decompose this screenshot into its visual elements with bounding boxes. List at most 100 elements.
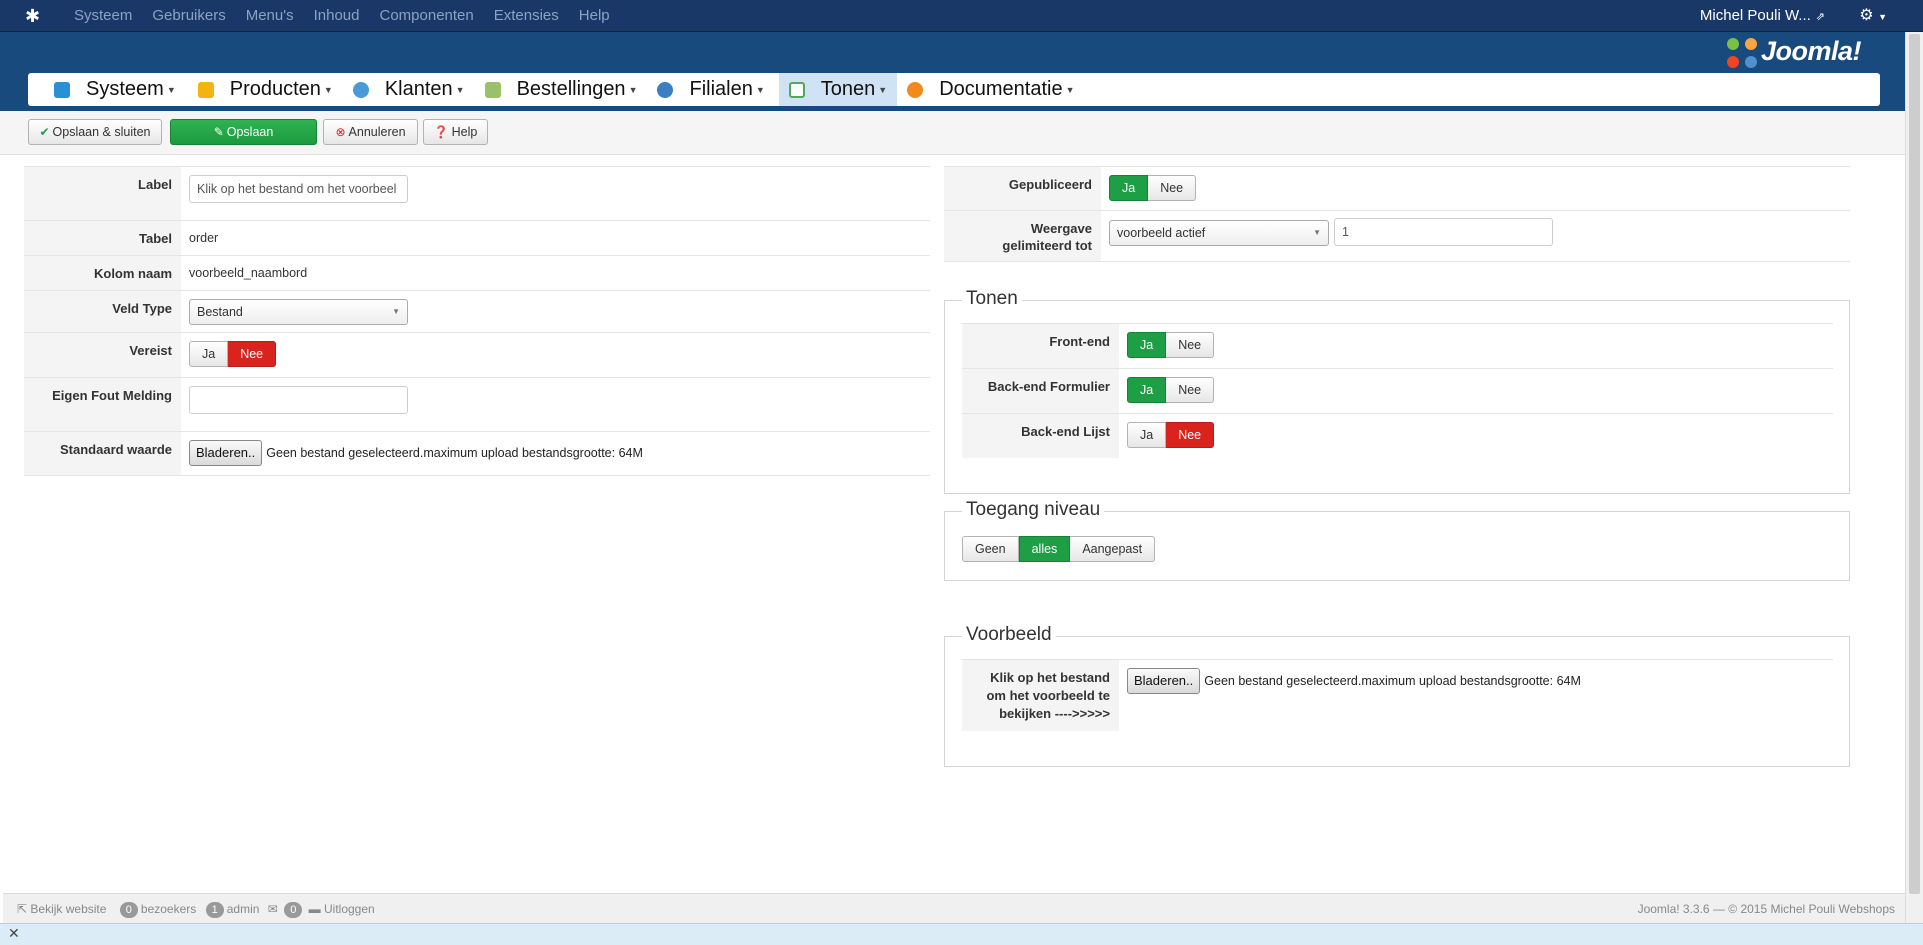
gear-icon[interactable]: ⚙ ▼ [1859,0,1887,33]
caret-down-icon: ▼ [323,84,333,95]
veldtype-select[interactable]: Bestand ▼ [189,299,408,325]
browser-bottom-bar: ✕ [0,923,1923,945]
toegang-legend: Toegang niveau [962,499,1105,521]
system-menu: Systeem Gebruikers Menu's Inhoud Compone… [64,0,620,32]
orders-icon [484,81,501,98]
toegang-buttons: Geen alles Aangepast [962,536,1156,562]
chevron-down-icon: ▼ [1313,228,1321,237]
caret-down-icon: ▼ [878,84,888,95]
vereist-yes-button[interactable]: Ja [189,341,229,367]
component-nav: Systeem ▼ Producten ▼ Klanten ▼ Bestellinge… [28,73,1880,106]
external-link-icon: ⇗ [1815,11,1825,23]
menu-gebruikers[interactable]: Gebruikers [142,0,235,32]
view-site-link[interactable]: Bekijk website [30,902,106,916]
cancel-label: Annuleren [348,125,406,139]
max-upload-text: maximum upload bestandsgrootte: 64M [423,446,643,460]
cancel-button[interactable]: ⊗ Annuleren [323,119,418,145]
menu-inhoud[interactable]: Inhoud [304,0,370,32]
label-input[interactable]: Klik op het bestand om het voorbeel [189,175,408,203]
backend-list-label: Back-end Lijst [962,414,1119,458]
toolbar: ✔ Opslaan & sluiten ✎ Opslaan ⊗ Annuleren ❓… [0,111,1905,155]
vereist-no-button[interactable]: Nee [228,341,277,367]
external-link-icon: ⇱ [17,902,28,916]
nav-producten[interactable]: Producten ▼ [194,73,343,106]
nav-label: Klanten [384,78,453,100]
backend-form-label: Back-end Formulier [962,369,1119,413]
version-text: Joomla! 3.3.6 [1637,902,1710,916]
veldtype-selected: Bestand [197,305,243,319]
edit-icon: ✎ [213,125,224,139]
help-button[interactable]: ❓ Help [423,119,488,145]
frontend-yes-button[interactable]: Ja [1127,332,1167,358]
joomla-mark-icon [1726,37,1757,68]
save-button[interactable]: ✎ Opslaan [170,119,317,145]
toegang-alles-button[interactable]: alles [1018,536,1071,562]
backend-list-no-button[interactable]: Nee [1166,422,1215,448]
voorbeeld-label-line1: Klik op het bestand [990,670,1110,685]
fout-label: Eigen Fout Melding [24,378,181,431]
docs-icon [907,81,924,98]
backend-list-toggle: Ja Nee [1127,422,1215,448]
gepubliceerd-no-button[interactable]: Nee [1148,175,1197,201]
user-menu[interactable]: Michel Pouli W... ⇗ [1700,0,1825,33]
voorbeeld-label-line2: om het voorbeeld te [986,688,1110,703]
row-fout: Eigen Fout Melding [24,377,930,431]
logout-link[interactable]: Uitloggen [324,902,375,916]
browse-button[interactable]: Bladeren.. [189,440,263,466]
caret-down-icon: ▼ [628,84,638,95]
menu-menus[interactable]: Menu's [236,0,304,32]
store-icon [657,81,674,98]
admin-text: admin [226,902,260,916]
visitors-badge: 0 [119,902,138,918]
weergave-select[interactable]: voorbeeld actief ▼ [1109,220,1329,246]
nav-systeem[interactable]: Systeem ▼ [50,73,186,106]
menu-help[interactable]: Help [569,0,620,32]
menu-componenten[interactable]: Componenten [370,0,484,32]
window-icon [788,81,805,98]
weergave-label-line1: Weergave [1030,221,1092,236]
visitors-text: bezoekers [140,902,197,916]
nav-documentatie[interactable]: Documentatie ▼ [903,73,1084,106]
nav-klanten[interactable]: Klanten ▼ [349,73,475,106]
gepubliceerd-yes-button[interactable]: Ja [1109,175,1149,201]
nav-tonen[interactable]: Tonen ▼ [778,73,898,106]
weergave-label: Weergave gelimiteerd tot [944,211,1101,261]
nav-bestellingen[interactable]: Bestellingen ▼ [481,73,648,106]
scrollbar-thumb[interactable] [1909,34,1920,894]
tools-icon [54,81,70,98]
weergave-input[interactable]: 1 [1334,218,1553,246]
kolom-label: Kolom naam [24,256,181,290]
gepubliceerd-toggle: Ja Nee [1109,175,1197,201]
row-veldtype: Veld Type Bestand ▼ [24,290,930,332]
minus-icon: ▬ [308,902,321,916]
mail-icon: ✉ [267,902,278,916]
row-label: Label Klik op het bestand om het voorbee… [24,166,930,220]
nav-label: Systeem [86,78,164,100]
footer-left: ⇱ Bekijk website 0 bezoekers 1 admin ✉ 0 ▬… [17,894,375,924]
tabel-value: order [189,231,219,245]
row-gepubliceerd: Gepubliceerd Ja Nee [944,166,1850,210]
nav-label: Producten [229,78,321,100]
caret-down-icon: ▼ [455,84,465,95]
close-icon[interactable]: ✕ [8,925,20,942]
page-scrollbar[interactable] [1905,32,1923,923]
nav-filialen[interactable]: Filialen ▼ [653,73,774,106]
menu-systeem[interactable]: Systeem [64,0,142,32]
save-close-button[interactable]: ✔ Opslaan & sluiten [28,119,162,145]
standaard-label: Standaard waarde [24,432,181,475]
backend-form-no-button[interactable]: Nee [1166,377,1215,403]
voorbeeld-browse-button[interactable]: Bladeren.. [1127,668,1201,694]
no-file-text: Geen bestand geselecteerd. [266,446,424,460]
frontend-no-button[interactable]: Nee [1166,332,1215,358]
backend-list-yes-button[interactable]: Ja [1127,422,1167,448]
footer-right: Joomla! 3.3.6 — © 2015 Michel Pouli Webs… [1637,902,1895,916]
tabel-label: Tabel [24,221,181,255]
toegang-geen-button[interactable]: Geen [962,536,1019,562]
row-vereist: Vereist Ja Nee [24,332,930,377]
voorbeeld-max-upload-text: maximum upload bestandsgrootte: 64M [1361,674,1581,688]
backend-form-yes-button[interactable]: Ja [1127,377,1167,403]
joomla-logo-icon[interactable]: ✱ [25,6,47,26]
fout-input[interactable] [189,386,408,414]
toegang-aangepast-button[interactable]: Aangepast [1070,536,1156,562]
menu-extensies[interactable]: Extensies [484,0,569,32]
